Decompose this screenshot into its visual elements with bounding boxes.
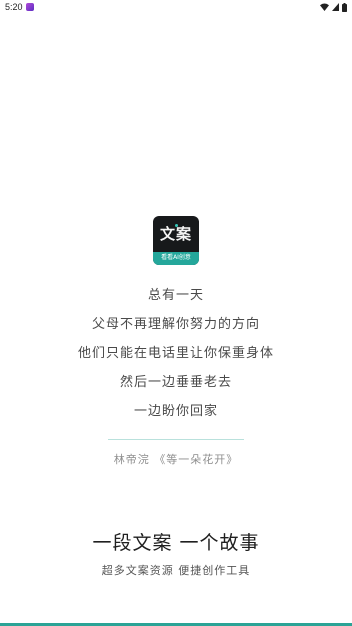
status-time: 5:20 [5, 2, 23, 12]
app-logo: 文案 看看AI创意 [153, 216, 199, 265]
poem-line: 然后一边垂垂老去 [119, 375, 232, 390]
slogan-title: 一段文案 一个故事 [92, 532, 260, 554]
poem-line: 父母不再理解你努力的方向 [91, 317, 260, 332]
poem-line: 总有一天 [147, 288, 204, 303]
poem-line: 一边盼你回家 [133, 404, 218, 419]
status-icons [320, 2, 347, 12]
battery-icon [342, 2, 347, 12]
poem-attribution: 林帝浣 《等一朵花开》 [113, 453, 239, 466]
logo-subtitle: 看看AI创意 [161, 254, 191, 261]
signal-icon [332, 3, 339, 11]
divider [108, 439, 244, 440]
slogan-subtitle: 超多文案资源 便捷创作工具 [101, 564, 251, 577]
notification-app-icon [26, 3, 34, 11]
poem-line: 他们只能在电话里让你保重身体 [77, 346, 274, 361]
logo-dot [175, 224, 178, 227]
logo-title: 文案 [159, 225, 192, 243]
wifi-icon [320, 3, 329, 11]
status-bar: 5:20 [0, 0, 352, 14]
logo-band: 看看AI创意 [153, 252, 199, 265]
